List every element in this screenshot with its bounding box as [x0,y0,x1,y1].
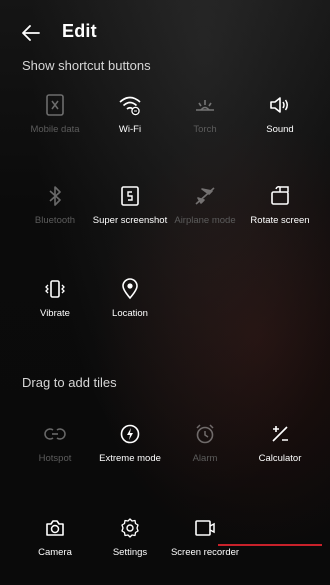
extreme-mode-icon [117,421,143,447]
tile-sound[interactable]: Sound [239,92,321,162]
tile-label: Extreme mode [99,453,161,464]
tile-label: Bluetooth [34,215,76,226]
alarm-icon [192,421,218,447]
tile-hotspot[interactable]: Hotspot [14,421,96,491]
tile-label: Airplane mode [174,215,236,226]
sound-icon [267,92,293,118]
tile-extreme-mode[interactable]: Extreme mode [89,421,171,491]
screenshot-icon [117,183,143,209]
wifi-icon [117,92,143,118]
tile-label: Wi-Fi [118,124,142,135]
tile-calculator[interactable]: Calculator [239,421,321,491]
tile-label: Calculator [258,453,302,464]
tile-label: Vibrate [40,308,70,319]
tile-airplane-mode[interactable]: Airplane mode [164,183,246,253]
section-title-shortcuts: Show shortcut buttons [22,58,151,73]
vibrate-icon [42,276,68,302]
location-icon [117,276,143,302]
section-title-drag: Drag to add tiles [22,375,117,390]
app-header: Edit [0,0,330,58]
tile-settings[interactable]: Settings [89,515,171,585]
back-button[interactable] [20,22,42,44]
tile-wifi[interactable]: Wi-Fi [89,92,171,162]
tile-label: Hotspot [38,453,72,464]
rotate-icon [267,183,293,209]
page-title: Edit [62,21,97,41]
mobile-data-icon [42,92,68,118]
tile-alarm[interactable]: Alarm [164,421,246,491]
tile-label: Settings [112,547,148,558]
screen-recorder-icon [192,515,218,541]
tile-bluetooth[interactable]: Bluetooth [14,183,96,253]
tile-location[interactable]: Location [89,276,171,346]
airplane-icon [192,183,218,209]
bluetooth-icon [42,183,68,209]
tile-label: Screen recorder [170,547,240,558]
tile-label: Alarm [192,453,218,464]
tile-label: Sound [266,124,294,135]
settings-icon [117,515,143,541]
hotspot-icon [42,421,68,447]
tile-mobile-data[interactable]: Mobile data [14,92,96,162]
tile-screen-recorder[interactable]: Screen recorder [164,515,246,585]
tile-rotate-screen[interactable]: Rotate screen [239,183,321,253]
tile-vibrate[interactable]: Vibrate [14,276,96,346]
tile-label: Super screenshot [92,215,168,226]
back-arrow-icon [22,25,40,41]
tile-torch[interactable]: Torch [164,92,246,162]
calculator-icon [267,421,293,447]
tile-camera[interactable]: Camera [14,515,96,585]
camera-icon [42,515,68,541]
tile-label: Mobile data [30,124,80,135]
tile-label: Torch [193,124,217,135]
torch-icon [192,92,218,118]
tile-label: Rotate screen [250,215,310,226]
drag-indicator-line [218,544,322,546]
tile-label: Camera [38,547,72,558]
tile-super-screenshot[interactable]: Super screenshot [89,183,171,253]
tile-label: Location [112,308,148,319]
